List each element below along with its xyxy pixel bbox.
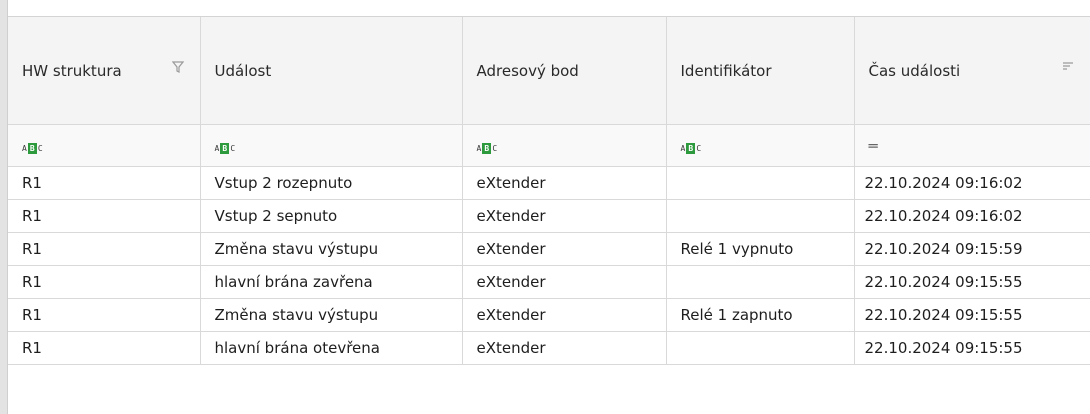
cell-identifier — [666, 331, 855, 365]
cell-time: 22.10.2024 09:15:55 — [854, 331, 1090, 365]
cell-address: eXtender — [462, 298, 667, 332]
filter-row: ABC ABC ABC ABC ═ — [8, 124, 1090, 167]
filter-cell-identifier[interactable]: ABC — [666, 124, 855, 167]
cell-identifier: Relé 1 vypnuto — [666, 232, 855, 266]
cell-address: eXtender — [462, 199, 667, 233]
cell-time: 22.10.2024 09:15:55 — [854, 265, 1090, 299]
abc-filter-icon: ABC — [476, 142, 498, 154]
cell-identifier — [666, 199, 855, 233]
cell-event: Vstup 2 sepnuto — [200, 199, 463, 233]
cell-hw: R1 — [8, 331, 201, 365]
cell-hw: R1 — [8, 166, 201, 200]
column-header-address[interactable]: Adresový bod — [462, 17, 667, 125]
cell-address: eXtender — [462, 331, 667, 365]
filter-cell-hw[interactable]: ABC — [8, 124, 201, 167]
cell-identifier: Relé 1 zapnuto — [666, 298, 855, 332]
equals-filter-icon: ═ — [868, 136, 878, 155]
cell-event: hlavní brána otevřena — [200, 331, 463, 365]
cell-hw: R1 — [8, 232, 201, 266]
cell-event: Vstup 2 rozepnuto — [200, 166, 463, 200]
column-header-event[interactable]: Událost — [200, 17, 463, 125]
cell-identifier — [666, 265, 855, 299]
filter-cell-address[interactable]: ABC — [462, 124, 667, 167]
column-header-label: HW struktura — [22, 61, 122, 80]
column-header-identifier[interactable]: Identifikátor — [666, 17, 855, 125]
filter-funnel-icon[interactable] — [171, 61, 184, 77]
cell-identifier — [666, 166, 855, 200]
table-row[interactable]: R1 Změna stavu výstupu eXtender Relé 1 z… — [8, 298, 1090, 332]
table-row[interactable]: R1 Vstup 2 rozepnuto eXtender 22.10.2024… — [8, 166, 1090, 200]
abc-filter-icon: ABC — [214, 142, 236, 154]
abc-filter-icon: ABC — [22, 142, 43, 154]
cell-address: eXtender — [462, 265, 667, 299]
column-header-label: Identifikátor — [680, 61, 772, 80]
table-row[interactable]: R1 hlavní brána zavřena eXtender 22.10.2… — [8, 265, 1090, 299]
cell-hw: R1 — [8, 298, 201, 332]
cell-address: eXtender — [462, 232, 667, 266]
table-row[interactable]: R1 Vstup 2 sepnuto eXtender 22.10.2024 0… — [8, 199, 1090, 233]
cell-time: 22.10.2024 09:16:02 — [854, 166, 1090, 200]
cell-time: 22.10.2024 09:16:02 — [854, 199, 1090, 233]
cell-event: hlavní brána zavřena — [200, 265, 463, 299]
column-header-label: Událost — [214, 61, 272, 80]
filter-cell-time[interactable]: ═ — [854, 124, 1090, 167]
column-header-label: Čas události — [868, 61, 961, 80]
column-header-label: Adresový bod — [476, 61, 579, 80]
cell-address: eXtender — [462, 166, 667, 200]
cell-hw: R1 — [8, 265, 201, 299]
sort-lines-icon[interactable] — [1062, 61, 1074, 77]
filter-cell-event[interactable]: ABC — [200, 124, 463, 167]
column-header-hw[interactable]: HW struktura — [8, 17, 201, 125]
column-header-time[interactable]: Čas události — [854, 17, 1090, 125]
table-row[interactable]: R1 hlavní brána otevřena eXtender 22.10.… — [8, 331, 1090, 365]
cell-time: 22.10.2024 09:15:59 — [854, 232, 1090, 266]
top-strip — [8, 0, 1090, 17]
table-row[interactable]: R1 Změna stavu výstupu eXtender Relé 1 v… — [8, 232, 1090, 266]
cell-hw: R1 — [8, 199, 201, 233]
header-row: HW struktura Událost Adresový bod Identi… — [8, 17, 1090, 125]
abc-filter-icon: ABC — [680, 142, 702, 154]
left-rail — [0, 0, 8, 414]
cell-event: Změna stavu výstupu — [200, 298, 463, 332]
cell-event: Změna stavu výstupu — [200, 232, 463, 266]
events-grid: HW struktura Událost Adresový bod Identi… — [8, 17, 1090, 365]
cell-time: 22.10.2024 09:15:55 — [854, 298, 1090, 332]
